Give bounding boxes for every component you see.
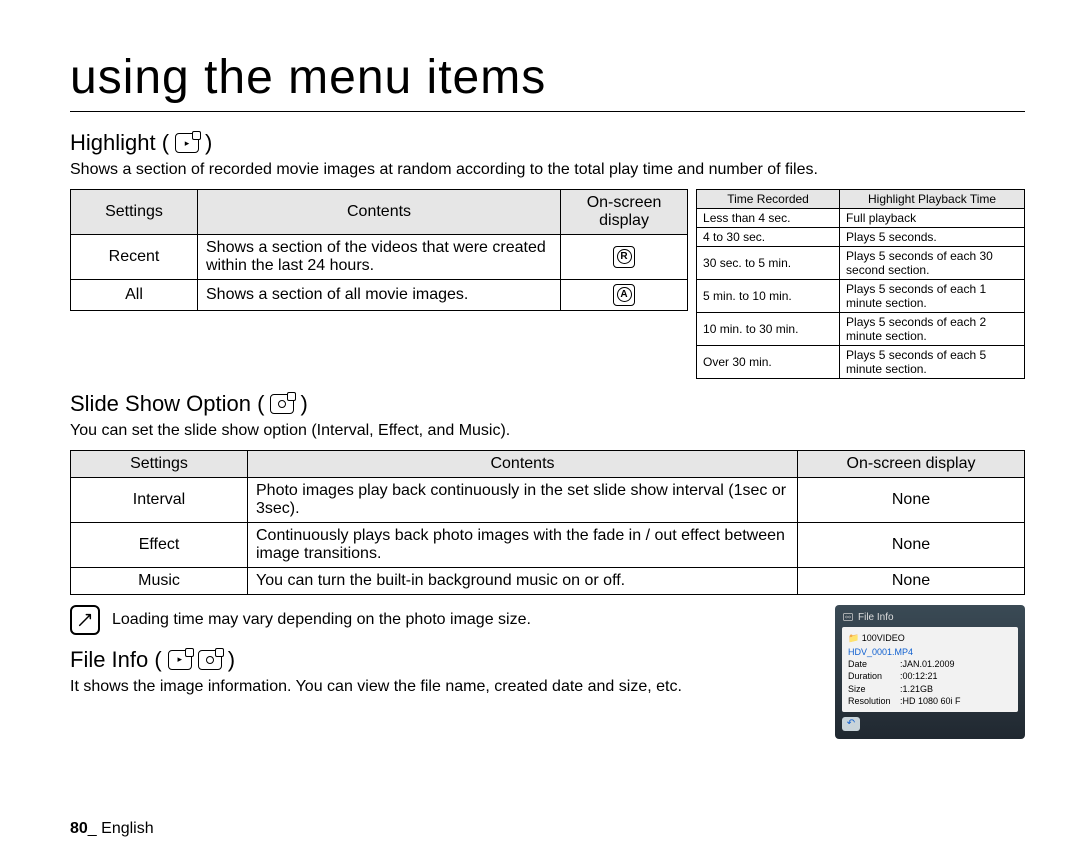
highlight-time-table: Time Recorded Highlight Playback Time Le…	[696, 189, 1025, 379]
slideshow-heading: Slide Show Option ( )	[70, 391, 1025, 417]
fileinfo-heading-text: File Info (	[70, 647, 162, 673]
table-row: 5 min. to 10 min.Plays 5 seconds of each…	[697, 279, 1025, 312]
table-row: All Shows a section of all movie images.…	[71, 279, 688, 310]
table-row: 4 to 30 sec.Plays 5 seconds.	[697, 227, 1025, 246]
note-icon	[70, 605, 100, 635]
table-row: Less than 4 sec.Full playback	[697, 208, 1025, 227]
page-title: using the menu items	[70, 50, 1025, 105]
section-highlight: Highlight ( ) Shows a section of recorde…	[70, 130, 1025, 379]
fileinfo-panel-title: File Info	[842, 611, 1018, 623]
th-time-recorded: Time Recorded	[697, 189, 840, 208]
fi-val: 1.21GB	[903, 683, 934, 695]
fileinfo-folder-name: 100VIDEO	[862, 633, 905, 643]
slideshow-desc: You can set the slide show option (Inter…	[70, 421, 1025, 442]
video-mode-icon	[175, 133, 199, 153]
fi-val: HD 1080 60i F	[903, 695, 961, 707]
highlight-heading-close: )	[205, 130, 212, 156]
cell-osd: A	[561, 279, 688, 310]
table-row: Recent Shows a section of the videos tha…	[71, 234, 688, 279]
page-footer: 80_ English	[70, 820, 154, 838]
cell: 5 min. to 10 min.	[697, 279, 840, 312]
cell-contents: Shows a section of the videos that were …	[198, 234, 561, 279]
cell-osd: None	[798, 522, 1025, 567]
th-contents: Contents	[248, 450, 798, 477]
page-number: 80	[70, 820, 88, 837]
section-slideshow: Slide Show Option ( ) You can set the sl…	[70, 391, 1025, 635]
cell-contents: Photo images play back continuously in t…	[248, 477, 798, 522]
cell: Less than 4 sec.	[697, 208, 840, 227]
footer-lang: English	[101, 820, 153, 837]
th-osd: On-screen display	[561, 189, 688, 234]
highlight-heading-text: Highlight (	[70, 130, 169, 156]
table-row: Effect Continuously plays back photo ima…	[71, 522, 1025, 567]
cell: Over 30 min.	[697, 345, 840, 378]
fileinfo-filename: HDV_0001.MP4	[848, 646, 1012, 658]
cell: 4 to 30 sec.	[697, 227, 840, 246]
cell-setting: Interval	[71, 477, 248, 522]
slideshow-heading-close: )	[300, 391, 307, 417]
th-settings: Settings	[71, 450, 248, 477]
fi-val: JAN.01.2009	[903, 658, 955, 670]
th-osd: On-screen display	[798, 450, 1025, 477]
th-playback-time: Highlight Playback Time	[840, 189, 1025, 208]
cell: Plays 5 seconds of each 30 second sectio…	[840, 246, 1025, 279]
cell: Plays 5 seconds of each 2 minute section…	[840, 312, 1025, 345]
slideshow-heading-text: Slide Show Option (	[70, 391, 264, 417]
cell-setting: All	[71, 279, 198, 310]
cell: Full playback	[840, 208, 1025, 227]
cell: Plays 5 seconds of each 1 minute section…	[840, 279, 1025, 312]
table-row: Over 30 min.Plays 5 seconds of each 5 mi…	[697, 345, 1025, 378]
cell-contents: Shows a section of all movie images.	[198, 279, 561, 310]
fileinfo-desc: It shows the image information. You can …	[70, 677, 830, 698]
fileinfo-folder: 📁 100VIDEO	[848, 632, 1012, 644]
highlight-heading: Highlight ( )	[70, 130, 1025, 156]
table-row: Music You can turn the built-in backgrou…	[71, 567, 1025, 594]
cell-setting: Effect	[71, 522, 248, 567]
table-row: 30 sec. to 5 min.Plays 5 seconds of each…	[697, 246, 1025, 279]
video-mode-icon	[168, 650, 192, 670]
table-row: 10 min. to 30 min.Plays 5 seconds of eac…	[697, 312, 1025, 345]
osd-a-icon: A	[613, 284, 635, 306]
photo-mode-icon	[198, 650, 222, 670]
fileinfo-card: 📁 100VIDEO HDV_0001.MP4 Date: JAN.01.200…	[842, 627, 1018, 712]
fi-key: Size	[848, 683, 900, 695]
table-row: Interval Photo images play back continuo…	[71, 477, 1025, 522]
fi-key: Duration	[848, 670, 900, 682]
highlight-settings-table: Settings Contents On-screen display Rece…	[70, 189, 688, 311]
fileinfo-panel-title-text: File Info	[858, 612, 894, 623]
cell-contents: You can turn the built-in background mus…	[248, 567, 798, 594]
th-contents: Contents	[198, 189, 561, 234]
fileinfo-panel: File Info 📁 100VIDEO HDV_0001.MP4 Date: …	[835, 605, 1025, 739]
fi-key: Resolution	[848, 695, 900, 707]
photo-mode-icon	[270, 394, 294, 414]
th-settings: Settings	[71, 189, 198, 234]
fi-key: Date	[848, 658, 900, 670]
fi-val: 00:12:21	[903, 670, 938, 682]
note-text: Loading time may vary depending on the p…	[112, 611, 531, 629]
film-icon	[842, 611, 854, 623]
cell-setting: Music	[71, 567, 248, 594]
highlight-desc: Shows a section of recorded movie images…	[70, 160, 1025, 181]
footer-sep: _	[88, 820, 97, 837]
cell: 30 sec. to 5 min.	[697, 246, 840, 279]
cell: Plays 5 seconds of each 5 minute section…	[840, 345, 1025, 378]
cell-osd: None	[798, 477, 1025, 522]
cell-osd: R	[561, 234, 688, 279]
fileinfo-heading-close: )	[228, 647, 235, 673]
osd-r-icon: R	[613, 246, 635, 268]
fileinfo-row: Date: JAN.01.2009	[848, 658, 1012, 670]
fileinfo-row: Resolution: HD 1080 60i F	[848, 695, 1012, 707]
fileinfo-row: Size: 1.21GB	[848, 683, 1012, 695]
cell: 10 min. to 30 min.	[697, 312, 840, 345]
cell-contents: Continuously plays back photo images wit…	[248, 522, 798, 567]
cell: Plays 5 seconds.	[840, 227, 1025, 246]
slideshow-table: Settings Contents On-screen display Inte…	[70, 450, 1025, 595]
cell-setting: Recent	[71, 234, 198, 279]
title-rule	[70, 111, 1025, 112]
back-icon: ↶	[842, 717, 860, 731]
cell-osd: None	[798, 567, 1025, 594]
fileinfo-row: Duration: 00:12:21	[848, 670, 1012, 682]
